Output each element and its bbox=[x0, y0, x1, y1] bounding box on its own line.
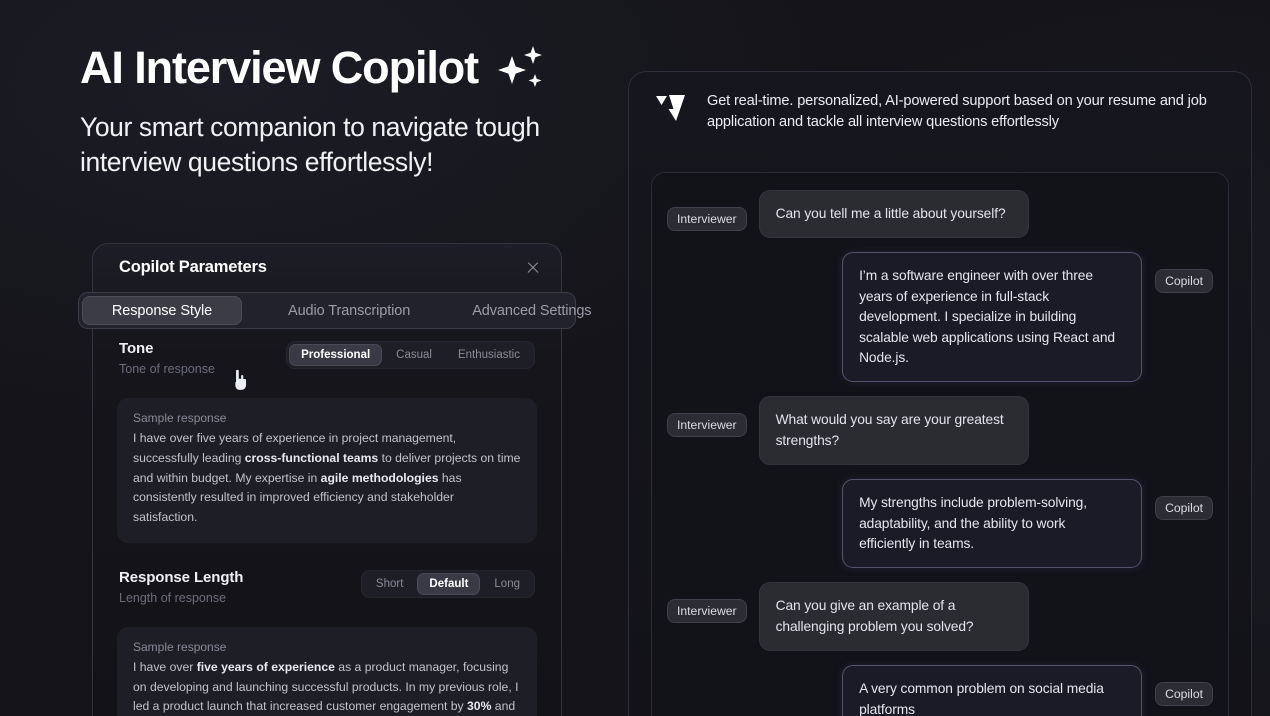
sample-response-box-tone: Sample response I have over five years o… bbox=[117, 398, 537, 543]
chat-bubble-copilot: My strengths include problem-solving, ad… bbox=[842, 479, 1143, 569]
sample-response-label: Sample response bbox=[133, 411, 227, 425]
v-logo-icon bbox=[655, 93, 691, 127]
response-length-segmented-control: Short Default Long bbox=[360, 569, 535, 598]
hero-title-row: AI Interview Copilot bbox=[80, 40, 620, 96]
setting-description: Tone of response bbox=[119, 362, 215, 376]
role-badge-copilot: Copilot bbox=[1155, 496, 1213, 521]
setting-text-tone: Tone Tone of response bbox=[119, 340, 215, 376]
setting-label: Response Length bbox=[119, 568, 244, 586]
sample-response-text: I have over five years of experience as … bbox=[133, 659, 519, 714]
panel-header: Copilot Parameters bbox=[93, 244, 561, 290]
chat-bubble-interviewer: Can you give an example of a challenging… bbox=[758, 582, 1029, 652]
chat-bubble-interviewer: What would you say are your greatest str… bbox=[758, 396, 1029, 466]
role-badge-interviewer: Interviewer bbox=[667, 207, 747, 231]
close-icon[interactable] bbox=[523, 257, 543, 277]
panel-body: Tone Tone of response Professional Casua… bbox=[93, 290, 561, 716]
tone-option-professional[interactable]: Professional bbox=[289, 344, 383, 366]
tone-segmented-control: Professional Casual Enthusiastic bbox=[286, 341, 535, 369]
hero-section: AI Interview Copilot Your smart companio… bbox=[80, 40, 620, 180]
page-title: AI Interview Copilot bbox=[80, 42, 479, 94]
sample-response-box-length: Sample response I have over five years o… bbox=[117, 626, 537, 716]
chat-message-row: I’m a software engineer with over three … bbox=[667, 252, 1213, 383]
hero-subtitle: Your smart companion to navigate tough i… bbox=[80, 112, 540, 178]
copilot-preview-panel: Get real-time. personalized, AI-powered … bbox=[628, 71, 1252, 716]
tab-audio-transcription[interactable]: Audio Transcription bbox=[268, 296, 430, 325]
preview-tagline: Get real-time. personalized, AI-powered … bbox=[707, 93, 1207, 130]
chat-bubble-copilot: I’m a software engineer with over three … bbox=[842, 252, 1143, 383]
sparkles-icon bbox=[492, 44, 548, 96]
role-badge-copilot: Copilot bbox=[1155, 682, 1213, 707]
role-badge-interviewer: Interviewer bbox=[667, 413, 747, 438]
chat-message-row: A very common problem on social media pl… bbox=[667, 665, 1213, 716]
chat-transcript[interactable]: Interviewer Can you tell me a little abo… bbox=[651, 172, 1229, 716]
panel-title: Copilot Parameters bbox=[119, 257, 267, 276]
length-option-default[interactable]: Default bbox=[417, 572, 481, 595]
setting-description: Length of response bbox=[119, 590, 227, 605]
length-option-long[interactable]: Long bbox=[482, 573, 532, 595]
sample-response-label: Sample response bbox=[133, 639, 227, 654]
sample-response-text: I have over five years of experience in … bbox=[133, 431, 521, 525]
setting-row-response-length: Response Length Length of response Short… bbox=[117, 569, 537, 605]
parameters-tab-bar: Response Style Audio Transcription Advan… bbox=[78, 292, 592, 329]
chat-bubble-interviewer: Can you tell me a little about yourself? bbox=[758, 190, 1029, 239]
chat-message-row: Interviewer Can you tell me a little abo… bbox=[667, 190, 1213, 239]
role-badge-copilot: Copilot bbox=[1155, 269, 1213, 294]
preview-panel-header: Get real-time. personalized, AI-powered … bbox=[629, 72, 1251, 133]
setting-text-response-length: Response Length Length of response bbox=[119, 569, 243, 605]
chat-bubble-copilot: A very common problem on social media pl… bbox=[842, 665, 1143, 716]
length-option-short[interactable]: Short bbox=[364, 573, 416, 595]
setting-row-tone: Tone Tone of response Professional Casua… bbox=[117, 340, 537, 376]
chat-message-row: My strengths include problem-solving, ad… bbox=[667, 479, 1213, 569]
chat-message-row: Interviewer What would you say are your … bbox=[667, 396, 1213, 466]
tab-advanced-settings[interactable]: Advanced Settings bbox=[452, 296, 611, 325]
tab-response-style[interactable]: Response Style bbox=[82, 296, 242, 325]
role-badge-interviewer: Interviewer bbox=[667, 599, 747, 624]
app-root: AI Interview Copilot Your smart companio… bbox=[0, 0, 1270, 716]
setting-label: Tone bbox=[119, 340, 154, 357]
chat-message-row: Interviewer Can you give an example of a… bbox=[667, 582, 1213, 652]
tone-option-casual[interactable]: Casual bbox=[384, 344, 444, 366]
tone-option-enthusiastic[interactable]: Enthusiastic bbox=[446, 344, 532, 366]
